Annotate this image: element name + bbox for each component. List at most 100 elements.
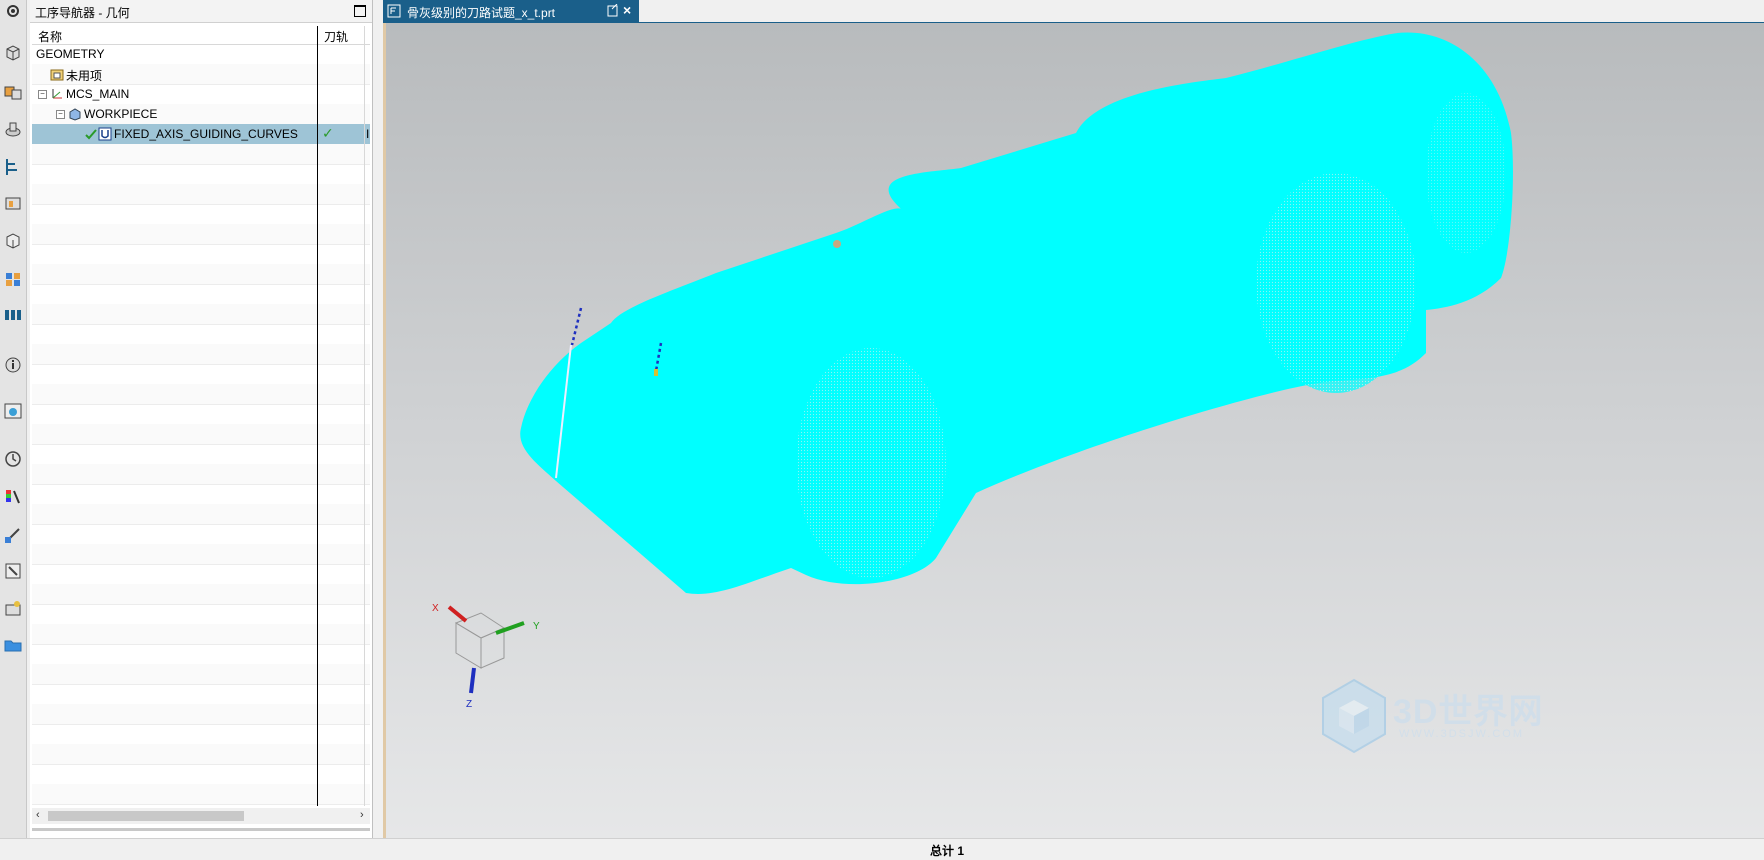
- web-browser-icon[interactable]: [2, 400, 24, 422]
- x-axis-arrow: [447, 605, 468, 623]
- tree-row-label: 未用项: [66, 69, 103, 83]
- empty-row: [32, 624, 370, 645]
- watermark-cube-icon: [1322, 678, 1386, 754]
- tree-row-fixed-axis-guiding-curves[interactable]: FIXED_AXIS_GUIDING_CURVES ✓ I: [32, 124, 370, 145]
- graphics-viewport[interactable]: X Y Z 3D世界网 WWW.3DSJW.COM: [383, 23, 1764, 838]
- empty-row: [32, 664, 370, 685]
- part-file-icon: [387, 4, 401, 18]
- empty-row: [32, 204, 370, 225]
- panel-title-bar: 工序导航器 - 几何: [30, 0, 372, 23]
- horizontal-scrollbar[interactable]: ‹ ›: [32, 808, 370, 824]
- triad-z-label: Z: [466, 699, 473, 710]
- folder-icon[interactable]: [2, 634, 24, 656]
- column-header: 名称 刀轨: [32, 26, 370, 45]
- history-icon[interactable]: [2, 448, 24, 470]
- resource-bar: [0, 0, 27, 838]
- empty-row: [32, 604, 370, 625]
- reuse-library-icon[interactable]: [2, 268, 24, 290]
- close-icon[interactable]: ×: [623, 2, 631, 18]
- pin-icon[interactable]: [607, 4, 619, 18]
- view-triad: [447, 605, 525, 694]
- settings-icon[interactable]: [2, 0, 24, 22]
- unused-folder-icon: [50, 69, 64, 81]
- operation-icon: [98, 127, 112, 141]
- color-palette-icon[interactable]: [2, 486, 24, 508]
- tree-row-workpiece[interactable]: − WORKPIECE: [32, 104, 370, 125]
- column-name[interactable]: 名称: [38, 28, 62, 45]
- panel-bottom-border: [32, 828, 370, 831]
- triad-y-label: Y: [533, 621, 540, 632]
- status-bar: 总计 1: [0, 838, 1764, 860]
- mcs-axis-icon: [52, 89, 62, 99]
- part-icon[interactable]: [2, 230, 24, 252]
- empty-row: [32, 764, 370, 785]
- manufacturing-icon[interactable]: [2, 598, 24, 620]
- collapse-icon[interactable]: −: [56, 110, 65, 119]
- triad-x-label: X: [432, 603, 439, 614]
- tools-icon[interactable]: [2, 560, 24, 582]
- column-toolpath[interactable]: 刀轨: [324, 28, 348, 45]
- tool-tip-marker: [654, 369, 658, 376]
- empty-row: [32, 384, 370, 405]
- tree-row-label: GEOMETRY: [36, 47, 105, 61]
- empty-row: [32, 684, 370, 705]
- empty-row: [32, 364, 370, 385]
- collapse-icon[interactable]: −: [38, 90, 47, 99]
- column-divider[interactable]: [364, 26, 365, 806]
- tree-row-mcs-main[interactable]: − MCS_MAIN: [32, 84, 370, 105]
- watermark-brand: 3D世界网: [1393, 693, 1544, 731]
- empty-row: [32, 184, 370, 205]
- toolpath-status: ✓: [322, 125, 334, 141]
- empty-row: [32, 164, 370, 185]
- watermark: 3D世界网 WWW.3DSJW.COM: [1321, 678, 1751, 758]
- measure-icon[interactable]: [2, 524, 24, 546]
- machine-tool-icon[interactable]: [2, 192, 24, 214]
- empty-row: [32, 344, 370, 365]
- tree-row-label: WORKPIECE: [84, 107, 158, 121]
- empty-row: [32, 244, 370, 265]
- tree-row-label: MCS_MAIN: [66, 87, 130, 101]
- tree-row-geometry[interactable]: GEOMETRY: [32, 44, 370, 65]
- empty-row: [32, 464, 370, 485]
- empty-row: [32, 784, 370, 805]
- part-navigator-icon[interactable]: [2, 42, 24, 64]
- empty-row: [32, 644, 370, 665]
- empty-row: [32, 704, 370, 725]
- extra-column-value: I: [366, 127, 370, 141]
- info-icon[interactable]: [2, 354, 24, 376]
- panel-title: 工序导航器 - 几何: [35, 6, 130, 20]
- toolpath-mesh-right: [1256, 173, 1416, 393]
- process-icon[interactable]: [2, 304, 24, 326]
- column-divider[interactable]: [317, 26, 318, 806]
- status-check-icon: [85, 129, 97, 140]
- empty-row: [32, 524, 370, 545]
- assembly-navigator-icon[interactable]: [2, 80, 24, 102]
- operation-tree: GEOMETRY 未用项 − MCS_MAIN − WORKPIECE FIXE…: [32, 44, 370, 806]
- operation-navigator-panel: 工序导航器 - 几何 名称 刀轨 GEOMETRY 未用项 − MCS_MAIN…: [30, 0, 373, 838]
- toolpath-mesh-end: [1426, 93, 1506, 253]
- empty-row: [32, 444, 370, 465]
- empty-row: [32, 564, 370, 585]
- constraint-navigator-icon[interactable]: [2, 118, 24, 140]
- tool-axis-vector-1: [570, 307, 583, 346]
- y-axis-arrow: [495, 621, 525, 635]
- tree-row-unused[interactable]: 未用项: [32, 64, 370, 85]
- empty-row: [32, 424, 370, 445]
- empty-row: [32, 324, 370, 345]
- empty-row: [32, 504, 370, 525]
- empty-row: [32, 264, 370, 285]
- tab-label: 骨灰级别的刀路试题_x_t.prt: [407, 6, 556, 20]
- maximize-icon[interactable]: [354, 5, 366, 17]
- empty-row: [32, 544, 370, 565]
- scrollbar-thumb[interactable]: [48, 811, 244, 821]
- scroll-right-icon[interactable]: ›: [360, 809, 364, 821]
- operation-navigator-icon[interactable]: [2, 156, 24, 178]
- empty-row: [32, 144, 370, 165]
- scroll-left-icon[interactable]: ‹: [36, 809, 40, 821]
- z-axis-arrow: [469, 667, 476, 694]
- empty-row: [32, 724, 370, 745]
- document-tab[interactable]: 骨灰级别的刀路试题_x_t.prt ×: [383, 0, 639, 22]
- empty-row: [32, 304, 370, 325]
- empty-row: [32, 224, 370, 245]
- empty-row: [32, 284, 370, 305]
